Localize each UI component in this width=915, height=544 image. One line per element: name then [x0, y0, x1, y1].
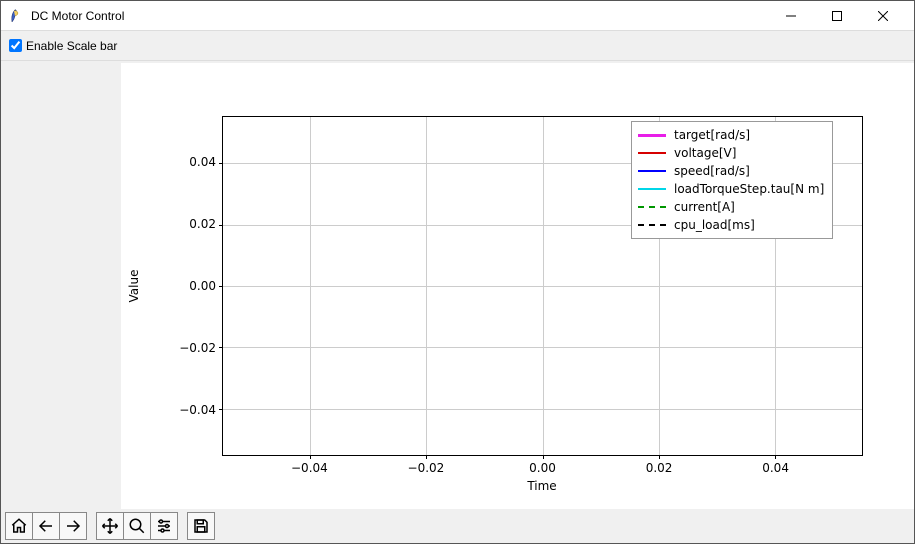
xtick-label: −0.02 — [396, 461, 456, 475]
titlebar: DC Motor Control — [1, 1, 914, 31]
legend-item: voltage[V] — [638, 144, 824, 162]
ytick-label: 0.04 — [166, 155, 216, 169]
app-icon — [9, 8, 25, 24]
legend-item: speed[rad/s] — [638, 162, 824, 180]
back-button[interactable] — [32, 512, 60, 540]
sliders-icon — [155, 517, 173, 535]
legend-label: loadTorqueStep.tau[N m] — [674, 182, 824, 196]
legend-swatch — [638, 170, 666, 172]
options-bar: Enable Scale bar — [1, 31, 914, 61]
plot-legend: target[rad/s] voltage[V] speed[rad/s] lo… — [631, 121, 833, 239]
save-button[interactable] — [187, 512, 215, 540]
legend-item: loadTorqueStep.tau[N m] — [638, 180, 824, 198]
legend-swatch — [638, 134, 666, 137]
xtick-label: 0.02 — [629, 461, 689, 475]
zoom-button[interactable] — [123, 512, 151, 540]
window-title: DC Motor Control — [31, 9, 124, 23]
enable-scale-bar-label: Enable Scale bar — [26, 39, 117, 53]
legend-label: current[A] — [674, 200, 735, 214]
legend-label: target[rad/s] — [674, 128, 750, 142]
arrow-right-icon — [64, 517, 82, 535]
xtick-label: 0.04 — [746, 461, 806, 475]
ytick-label: 0.00 — [166, 279, 216, 293]
zoom-icon — [128, 517, 146, 535]
legend-swatch — [638, 224, 666, 226]
ytick-label: −0.02 — [166, 341, 216, 355]
xtick-label: −0.04 — [279, 461, 339, 475]
legend-label: cpu_load[ms] — [674, 218, 755, 232]
pan-button[interactable] — [96, 512, 124, 540]
legend-swatch — [638, 188, 666, 190]
legend-swatch — [638, 152, 666, 154]
home-button[interactable] — [5, 512, 33, 540]
home-icon — [10, 517, 28, 535]
ytick-label: −0.04 — [166, 403, 216, 417]
xtick-label: 0.00 — [513, 461, 573, 475]
close-icon — [878, 11, 888, 21]
move-icon — [101, 517, 119, 535]
enable-scale-bar-input[interactable] — [9, 39, 22, 52]
legend-item: target[rad/s] — [638, 126, 824, 144]
arrow-left-icon — [37, 517, 55, 535]
maximize-button[interactable] — [814, 1, 860, 31]
legend-swatch — [638, 206, 666, 208]
plot-toolbar — [1, 509, 914, 543]
minimize-icon — [786, 11, 796, 21]
x-axis-label: Time — [527, 479, 556, 493]
close-button[interactable] — [860, 1, 906, 31]
plot-area: 0.04 0.02 0.00 −0.02 −0.04 −0.04 −0.02 0… — [1, 61, 914, 509]
save-icon — [192, 517, 210, 535]
enable-scale-bar-checkbox[interactable]: Enable Scale bar — [9, 39, 117, 53]
forward-button[interactable] — [59, 512, 87, 540]
legend-label: voltage[V] — [674, 146, 736, 160]
ytick-label: 0.02 — [166, 217, 216, 231]
maximize-icon — [832, 11, 842, 21]
y-axis-label: Value — [127, 270, 141, 303]
legend-label: speed[rad/s] — [674, 164, 750, 178]
configure-subplots-button[interactable] — [150, 512, 178, 540]
legend-item: cpu_load[ms] — [638, 216, 824, 234]
legend-item: current[A] — [638, 198, 824, 216]
minimize-button[interactable] — [768, 1, 814, 31]
